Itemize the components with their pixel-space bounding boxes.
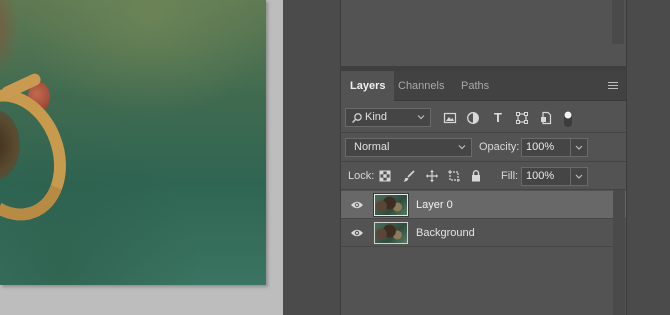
lock-image-pixels-icon[interactable] bbox=[402, 169, 416, 183]
blend-options-row: Normal Opacity: 100% bbox=[341, 133, 626, 162]
layers-list-scrollbar[interactable] bbox=[613, 190, 625, 315]
lock-label: Lock: bbox=[348, 170, 375, 182]
chevron-down-icon bbox=[575, 174, 583, 179]
tab-layers[interactable]: Layers bbox=[341, 71, 395, 101]
fill-value: 100% bbox=[526, 170, 555, 182]
opacity-input[interactable]: 100% bbox=[521, 138, 588, 157]
type-filter-icon[interactable]: T bbox=[491, 111, 505, 125]
blend-mode-select[interactable]: Normal bbox=[345, 138, 472, 157]
lock-options-row: Lock: Fill: 100% bbox=[341, 162, 626, 190]
right-dock-gutter bbox=[627, 0, 670, 315]
upper-panel bbox=[341, 0, 626, 66]
layer-thumbnail[interactable] bbox=[374, 194, 408, 216]
filter-toggle-icon[interactable] bbox=[563, 110, 573, 128]
adjustment-filter-icon[interactable] bbox=[466, 111, 480, 125]
layer-name[interactable]: Background bbox=[416, 227, 475, 239]
layer-filter-row: Kind T bbox=[341, 101, 626, 133]
filter-kind-label: Kind bbox=[365, 111, 388, 123]
workspace-gutter bbox=[283, 0, 340, 315]
lock-artboard-icon[interactable] bbox=[447, 169, 461, 183]
opacity-label: Opacity: bbox=[479, 141, 520, 153]
fill-dropdown-button[interactable] bbox=[570, 167, 588, 186]
tab-channels[interactable]: Channels bbox=[389, 71, 453, 101]
lock-all-icon[interactable] bbox=[469, 169, 483, 183]
layer-thumbnail[interactable] bbox=[374, 222, 408, 244]
panel-menu-icon[interactable] bbox=[608, 82, 618, 90]
eye-icon[interactable] bbox=[350, 199, 364, 211]
fill-label: Fill: bbox=[501, 170, 519, 182]
opacity-value: 100% bbox=[526, 141, 555, 153]
layers-panel-tab-bar: Layers Channels Paths bbox=[341, 71, 626, 101]
image-filter-icon[interactable] bbox=[443, 111, 457, 125]
shape-filter-icon[interactable] bbox=[515, 111, 529, 125]
layer-row-layer-0[interactable]: Layer 0 bbox=[341, 191, 626, 219]
eye-icon[interactable] bbox=[350, 227, 364, 239]
chevron-down-icon bbox=[417, 115, 425, 120]
document-canvas[interactable] bbox=[0, 0, 283, 315]
chevron-down-icon bbox=[458, 145, 466, 150]
image-hair-region bbox=[0, 0, 20, 80]
smart-object-filter-icon[interactable] bbox=[539, 111, 553, 125]
chevron-down-icon bbox=[575, 145, 583, 150]
canvas-image[interactable] bbox=[0, 0, 266, 285]
layer-name[interactable]: Layer 0 bbox=[416, 199, 453, 211]
opacity-dropdown-button[interactable] bbox=[570, 138, 588, 157]
layers-panel: Kind T Normal Opacity: 100% Lock: Fill: … bbox=[341, 101, 626, 315]
blend-mode-value: Normal bbox=[354, 141, 390, 153]
lock-transparent-pixels-icon[interactable] bbox=[378, 169, 392, 183]
search-icon bbox=[351, 113, 362, 124]
fill-input[interactable]: 100% bbox=[521, 167, 588, 186]
upper-panel-scrollbar[interactable] bbox=[612, 0, 624, 44]
layer-row-background[interactable]: Background bbox=[341, 219, 626, 247]
panel-dock: Layers Channels Paths Kind T Normal Opac… bbox=[340, 0, 627, 315]
filter-kind-select[interactable]: Kind bbox=[345, 108, 431, 127]
tab-paths[interactable]: Paths bbox=[452, 71, 498, 101]
lock-position-icon[interactable] bbox=[425, 169, 439, 183]
